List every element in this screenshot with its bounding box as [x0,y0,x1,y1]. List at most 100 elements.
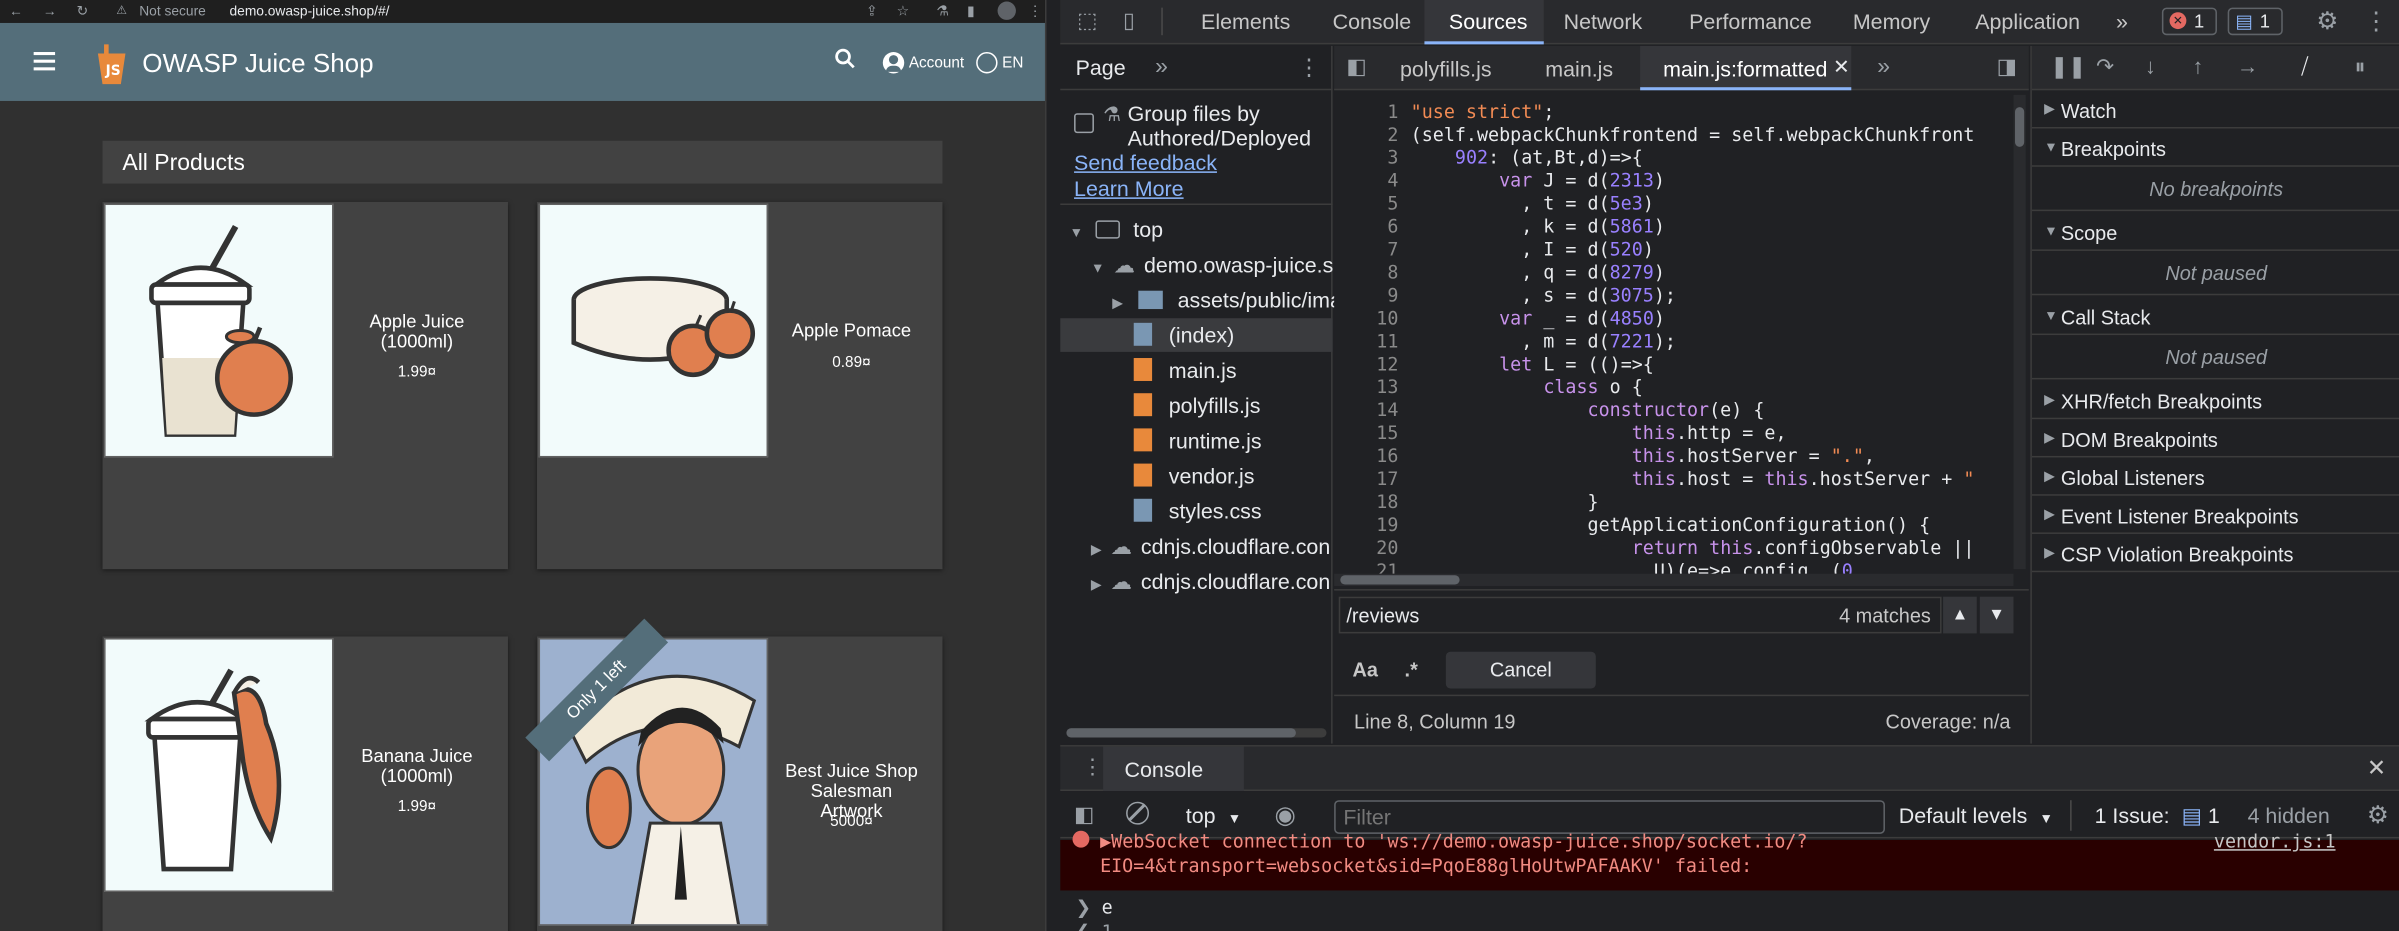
code-line[interactable]: var J = d(2313) [1411,170,1665,193]
code-line[interactable]: constructor(e) { [1411,399,1765,422]
tree-item-runtime[interactable]: runtime.js [1133,428,1262,453]
line-number[interactable]: 10 [1353,308,1398,331]
log-levels-dropdown[interactable]: Default levels ▼ [1899,803,2053,827]
product-card[interactable]: Apple Pomace 0.89¤ [537,201,943,570]
tab-application[interactable]: Application [1975,9,2080,33]
line-number[interactable]: 8 [1353,262,1398,285]
coverage-status[interactable]: Coverage: n/a [1885,710,2010,733]
line-number[interactable]: 21 [1353,560,1398,574]
match-case-toggle[interactable]: Aa [1353,658,1378,681]
tab-page[interactable]: Page [1076,55,1126,79]
filter-input-field[interactable] [1335,801,1884,833]
console-settings-gear-icon[interactable]: ⚙ [2367,800,2389,831]
product-image-apple-juice[interactable] [104,203,334,458]
error-badge[interactable]: ✕ 1 [2161,7,2217,36]
watch-section[interactable]: ▶ Watch [2031,92,2399,129]
code-area[interactable]: 1 "use strict"; 2 (self.webpackChunkfronten… [1334,92,2029,574]
line-number[interactable]: 1 [1353,101,1398,124]
tab-network[interactable]: Network [1564,9,1643,33]
code-line[interactable]: return this.configObservable || [1411,537,1975,560]
regex-toggle[interactable]: .* [1405,658,1418,681]
code-line[interactable]: , k = d(5861) [1411,216,1665,239]
step-icon[interactable]: → [2237,54,2258,78]
step-out-icon[interactable]: ↑ [2192,54,2203,78]
device-toolbar-icon[interactable]: ▯ [1123,8,1135,34]
code-line[interactable]: } [1411,491,1599,514]
sidebar-icon[interactable]: ▮ [967,3,975,20]
pane-splitter[interactable] [1044,0,1061,931]
product-card[interactable]: Only 1 left Best Juice Shop Salesman Art… [525,618,943,931]
step-over-icon[interactable]: ↷ [2096,54,2114,80]
tree-item-styles[interactable]: styles.css [1133,498,1262,523]
clear-console-icon[interactable] [1126,801,1150,825]
account-button[interactable]: Account [909,55,964,72]
code-line[interactable]: var _ = d(4850) [1411,308,1665,331]
code-line[interactable]: this.host = this.hostServer + " [1411,468,1975,491]
more-navigator-tabs-icon[interactable]: » [1155,54,1168,80]
code-line[interactable]: (self.webpackChunkfrontend = self.webpac… [1411,124,1975,147]
line-number[interactable]: 9 [1353,285,1398,308]
code-line[interactable]: class o { [1411,376,1642,399]
toggle-navigator-icon[interactable]: ◧ [1346,54,1366,80]
code-line[interactable]: this.hostServer = ".", [1411,445,1875,468]
xhr-breakpoints-section[interactable]: ▶ XHR/fetch Breakpoints [2031,383,2399,420]
line-number[interactable]: 12 [1353,353,1398,376]
tab-sources[interactable]: Sources [1449,9,1528,33]
dom-breakpoints-section[interactable]: ▶ DOM Breakpoints [2031,421,2399,458]
reload-icon[interactable]: ↻ [77,3,89,20]
line-number[interactable]: 6 [1353,216,1398,239]
vertical-scrollbar[interactable] [2013,94,2026,570]
line-number[interactable]: 3 [1353,147,1398,170]
tree-item-cdnjs-1[interactable]: ▶ ☁ cdnjs.cloudflare.con [1091,534,1330,560]
expand-arrow-icon[interactable]: ▶ [1100,831,1111,852]
code-line[interactable]: this.http = e, [1411,422,1787,445]
next-match-button[interactable]: ▼ [1979,596,2014,634]
line-number[interactable]: 15 [1353,422,1398,445]
tree-item-top[interactable]: ▼ top [1069,217,1163,241]
language-globe-icon[interactable] [976,52,998,74]
tree-item-domain[interactable]: ▼ ☁ demo.owasp-juice.s [1091,252,1333,278]
code-line[interactable]: , m = d(7221); [1411,330,1676,353]
language-button[interactable]: EN [1002,55,1023,72]
close-tab-icon[interactable]: ✕ [1833,55,1850,79]
profile-avatar[interactable] [997,1,1016,20]
code-line[interactable]: getApplicationConfiguration() { [1411,514,1931,537]
code-line[interactable]: , q = d(8279) [1411,262,1665,285]
product-image-apple-pomace[interactable] [538,203,769,458]
forward-icon[interactable]: → [43,3,57,18]
code-line[interactable]: U)(e=>e.config, (0 [1411,560,1853,574]
error-source-link[interactable]: vendor.js:1 [2214,831,2336,852]
breakpoints-section[interactable]: ▼ Breakpoints [2031,130,2399,167]
code-line[interactable]: "use strict"; [1411,101,1555,124]
line-number[interactable]: 2 [1353,124,1398,147]
more-tabs-icon[interactable]: » [2116,9,2128,33]
product-card[interactable]: Apple Juice (1000ml) 1.99¤ [102,201,508,570]
tree-item-cdnjs-2[interactable]: ▶ ☁ cdnjs.cloudflare.con [1091,569,1330,595]
tree-item-index[interactable]: (index) [1133,322,1234,347]
line-number[interactable]: 16 [1353,445,1398,468]
code-line[interactable]: , s = d(3075); [1411,285,1676,308]
event-listener-breakpoints-section[interactable]: ▶ Event Listener Breakpoints [2031,497,2399,534]
group-files-checkbox[interactable] [1074,113,1094,134]
pause-icon[interactable]: ❚❚ [2050,54,2086,80]
line-number[interactable]: 19 [1353,514,1398,537]
line-number[interactable]: 13 [1353,376,1398,399]
app-title[interactable]: OWASP Juice Shop [142,49,373,80]
settings-gear-icon[interactable]: ⚙ [2316,6,2338,37]
navigator-scrollbar[interactable] [1066,728,1327,738]
context-selector[interactable]: top ▼ [1186,803,1242,827]
tree-item-folder[interactable]: ▶ assets/public/ima [1112,288,1342,312]
learn-more-link[interactable]: Learn More [1074,176,1184,200]
inspect-element-icon[interactable]: ⬚ [1077,8,1097,34]
menu-dots-icon[interactable]: ⋮ [1028,3,1042,20]
deactivate-breakpoints-icon[interactable]: ⧸ [2301,54,2308,80]
account-icon[interactable] [882,52,905,74]
call-stack-section[interactable]: ▼ Call Stack [2031,298,2399,336]
close-drawer-icon[interactable]: ✕ [2367,754,2386,782]
pause-on-exceptions-icon[interactable]: ⏸ [2355,54,2366,80]
csp-violation-breakpoints-section[interactable]: ▶ CSP Violation Breakpoints [2031,536,2399,573]
product-image-salesman-artwork[interactable] [538,638,769,926]
more-editor-tabs-icon[interactable]: » [1877,54,1890,80]
tab-elements[interactable]: Elements [1201,9,1290,33]
editor-tab-main-formatted[interactable]: main.js:formatted [1663,57,1827,81]
